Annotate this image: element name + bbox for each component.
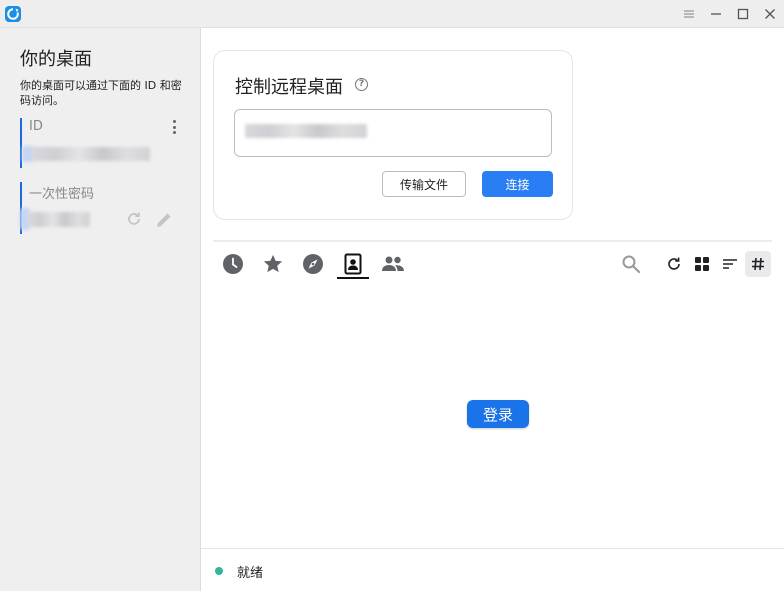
tab-favorites[interactable] bbox=[261, 252, 285, 276]
card-title: 控制远程桌面 bbox=[235, 77, 343, 98]
password-field: 一次性密码 bbox=[20, 182, 188, 234]
search-button[interactable] bbox=[621, 254, 641, 274]
section-divider bbox=[213, 240, 772, 242]
title-bar bbox=[0, 0, 784, 28]
star-icon bbox=[263, 254, 283, 273]
transfer-file-button[interactable]: 传输文件 bbox=[382, 171, 466, 197]
clock-icon bbox=[223, 254, 243, 274]
panel-title: 你的桌面 bbox=[20, 49, 92, 70]
id-value-obscured bbox=[32, 147, 150, 161]
sort-icon bbox=[723, 259, 737, 269]
minimize-button[interactable] bbox=[705, 4, 727, 24]
status-text: 就绪 bbox=[237, 566, 264, 581]
address-book-icon bbox=[344, 253, 362, 275]
compass-icon bbox=[303, 254, 323, 274]
status-bar: 就绪 bbox=[201, 548, 784, 591]
refresh-icon bbox=[668, 257, 680, 270]
grid-view-icon bbox=[695, 257, 709, 271]
id-options-icon[interactable] bbox=[166, 118, 182, 136]
tab-address-book[interactable] bbox=[341, 252, 365, 276]
password-label: 一次性密码 bbox=[29, 187, 95, 202]
active-tab-indicator bbox=[337, 277, 369, 279]
connect-button[interactable]: 连接 bbox=[482, 171, 553, 197]
id-label: ID bbox=[29, 119, 43, 134]
group-icon bbox=[382, 256, 404, 271]
status-indicator-dot bbox=[215, 567, 223, 575]
search-icon bbox=[622, 255, 641, 274]
remote-id-input[interactable] bbox=[234, 109, 552, 157]
help-icon[interactable]: ? bbox=[355, 78, 368, 91]
id-field: ID bbox=[20, 118, 188, 168]
menu-icon[interactable] bbox=[678, 4, 700, 24]
tab-recent-sessions[interactable] bbox=[221, 252, 245, 276]
maximize-button[interactable] bbox=[732, 4, 754, 24]
tab-group[interactable] bbox=[381, 252, 405, 276]
refresh-password-icon[interactable] bbox=[125, 210, 143, 228]
password-value-obscured bbox=[28, 212, 90, 227]
remote-id-obscured bbox=[245, 124, 367, 138]
control-remote-card: 控制远程桌面 ? 传输文件 连接 bbox=[213, 50, 573, 220]
app-logo-icon bbox=[5, 6, 21, 22]
your-desktop-panel: 你的桌面 你的桌面可以通过下面的 ID 和密码访问。 ID 一次性密码 bbox=[0, 28, 201, 591]
panel-description: 你的桌面可以通过下面的 ID 和密码访问。 bbox=[20, 79, 182, 107]
grid-view-button[interactable] bbox=[692, 254, 712, 274]
close-button[interactable] bbox=[759, 4, 781, 24]
refresh-button[interactable] bbox=[664, 254, 684, 274]
hash-button[interactable] bbox=[748, 254, 768, 274]
hash-icon bbox=[752, 257, 764, 271]
login-button[interactable]: 登录 bbox=[467, 400, 529, 428]
sort-button[interactable] bbox=[720, 254, 740, 274]
edit-password-icon[interactable] bbox=[154, 210, 174, 230]
tab-discovered[interactable] bbox=[301, 252, 325, 276]
